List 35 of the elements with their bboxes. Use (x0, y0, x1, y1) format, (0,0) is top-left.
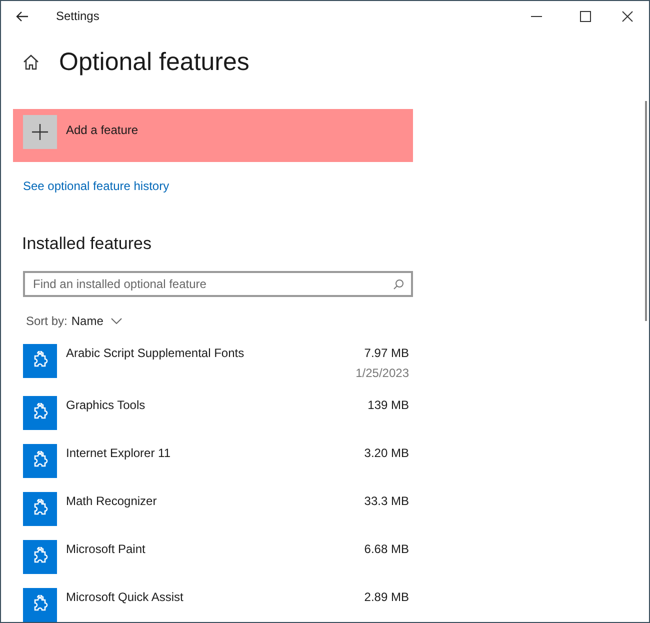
feature-size: 139 MB (368, 397, 409, 414)
page-title: Optional features (59, 50, 250, 74)
feature-name: Microsoft Quick Assist (66, 589, 184, 606)
feature-size: 2.89 MB (364, 589, 409, 606)
sort-dropdown[interactable]: Name (71, 312, 122, 330)
search-field[interactable]: Find an installed optional feature (23, 271, 413, 297)
home-icon[interactable] (23, 54, 39, 70)
feature-row[interactable]: Graphics Tools 139 MB (23, 396, 409, 430)
sort-label: Sort by: (26, 313, 68, 330)
feature-name: Microsoft Paint (66, 541, 146, 558)
feature-name: Arabic Script Supplemental Fonts (66, 345, 246, 362)
feature-row[interactable]: Math Recognizer 33.3 MB (23, 492, 409, 526)
plus-icon (23, 115, 57, 149)
section-heading: Installed features (22, 235, 152, 252)
feature-row[interactable]: Internet Explorer 11 3.20 MB (23, 444, 409, 478)
chevron-down-icon (111, 318, 122, 324)
feature-size: 7.97 MB (364, 345, 409, 362)
feature-row[interactable]: Microsoft Quick Assist 2.89 MB (23, 588, 409, 622)
install-date: 1/25/2023 (356, 365, 409, 382)
feature-row[interactable]: Microsoft Paint 6.68 MB (23, 540, 409, 574)
feature-history-link[interactable]: See optional feature history (23, 177, 170, 195)
feature-row[interactable]: Arabic Script Supplemental Fonts 7.97 MB 1/25/2023 (23, 344, 409, 382)
feature-size: 3.20 MB (364, 445, 409, 462)
feature-size: 6.68 MB (364, 541, 409, 558)
feature-name: Graphics Tools (66, 397, 146, 414)
search-icon (393, 279, 404, 290)
feature-name: Math Recognizer (66, 493, 158, 510)
maximize-icon[interactable] (580, 10, 591, 22)
feature-size: 33.3 MB (364, 493, 409, 510)
feature-name: Internet Explorer 11 (66, 445, 172, 462)
add-feature-button[interactable]: Add a feature (13, 109, 413, 162)
scrollbar-thumb[interactable] (645, 101, 647, 321)
close-icon[interactable] (622, 10, 633, 22)
back-arrow-icon[interactable] (16, 10, 29, 22)
window-title: Settings (56, 8, 100, 25)
